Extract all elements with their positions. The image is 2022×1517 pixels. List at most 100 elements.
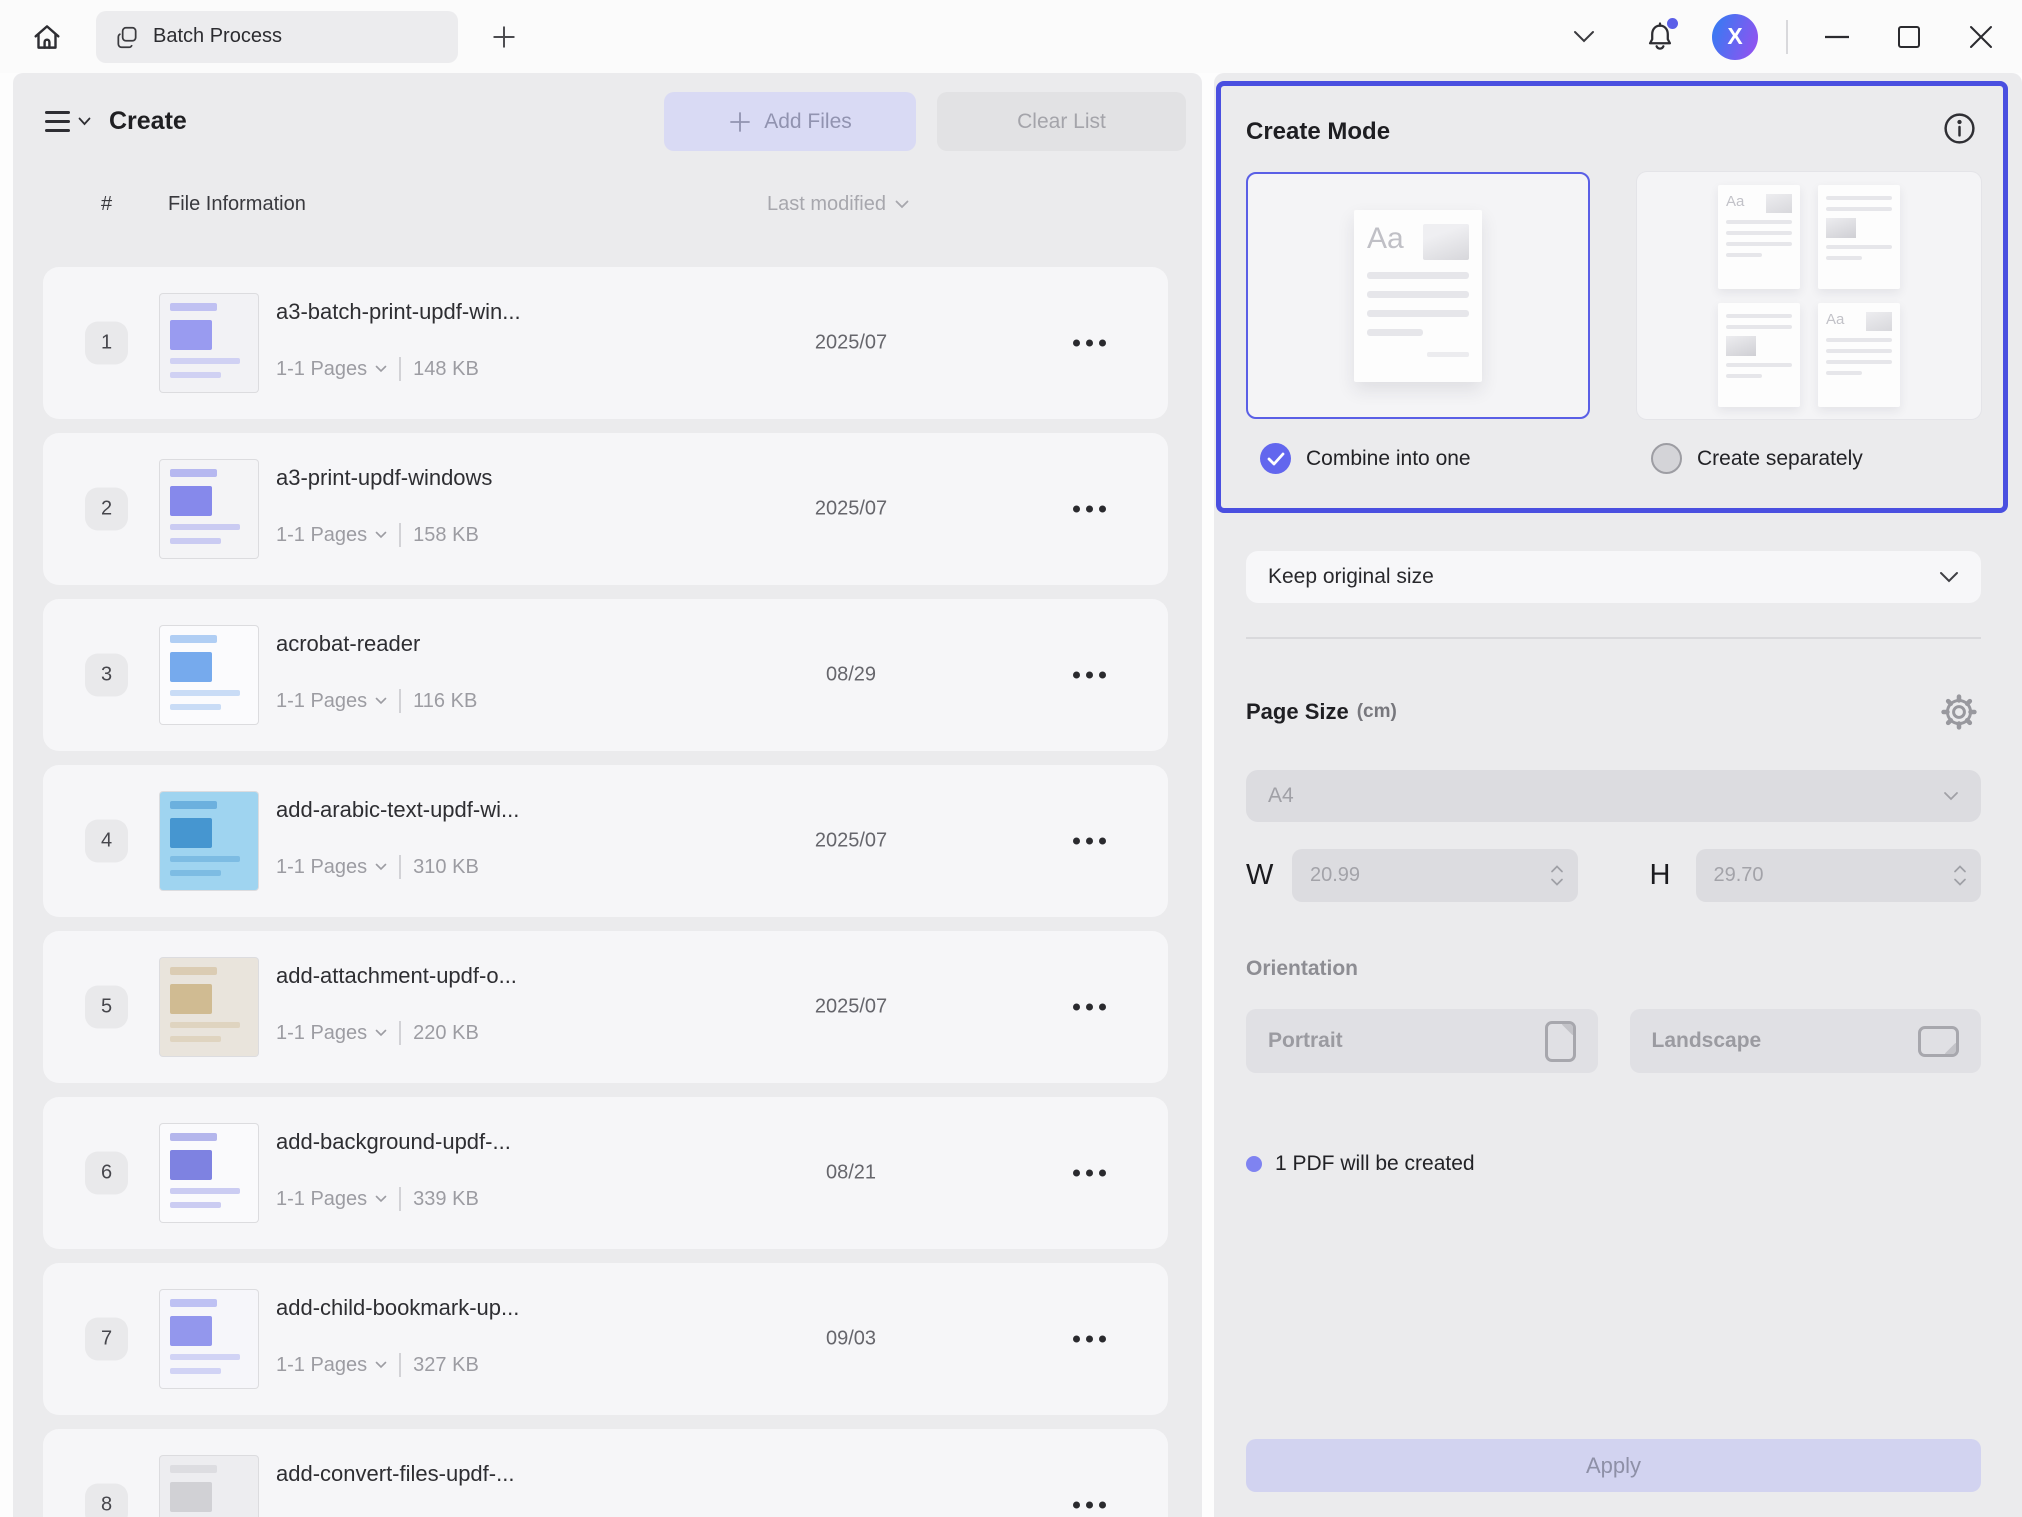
file-list-panel: Create Add Files Clear List # File Infor… xyxy=(13,73,1202,1517)
radio-unselected-icon xyxy=(1651,443,1682,474)
minimize-button[interactable] xyxy=(1814,14,1860,60)
home-button[interactable] xyxy=(22,12,72,62)
size-mode-dropdown[interactable]: Keep original size xyxy=(1246,551,1981,603)
radio-combine-into-one[interactable]: Combine into one xyxy=(1246,443,1590,474)
page-range-dropdown[interactable]: 1-1 Pages xyxy=(276,358,387,381)
file-name: add-attachment-updf-o... xyxy=(276,963,517,989)
more-options-button[interactable] xyxy=(1069,994,1110,1021)
settings-panel: Create Mode Aa xyxy=(1214,73,2022,1517)
file-row: 3 acrobat-reader 1-1 Pages 116 KB 08/29 xyxy=(43,599,1168,751)
chevron-down-icon xyxy=(375,1195,387,1203)
tool-menu-button[interactable] xyxy=(45,111,91,132)
file-row: 6 add-background-updf-... 1-1 Pages 339 … xyxy=(43,1097,1168,1249)
titlebar: Batch Process X xyxy=(0,0,2022,73)
mode-card-combine[interactable]: Aa xyxy=(1246,172,1590,419)
file-list: 1 a3-batch-print-updf-win... 1-1 Pages 1… xyxy=(13,267,1202,1517)
file-modified-date: 2025/07 xyxy=(761,332,941,355)
avatar[interactable]: X xyxy=(1712,14,1758,60)
more-options-button[interactable] xyxy=(1069,1326,1110,1353)
documents-illustration: Aa xyxy=(1718,185,1900,407)
portrait-button[interactable]: Portrait xyxy=(1246,1009,1598,1073)
more-options-button[interactable] xyxy=(1069,1160,1110,1187)
left-panel-header: Create Add Files Clear List xyxy=(13,73,1202,151)
page-size-header: Page Size (cm) xyxy=(1246,690,1981,734)
paper-preset-dropdown[interactable]: A4 xyxy=(1246,770,1981,822)
add-files-button[interactable]: Add Files xyxy=(664,92,916,151)
page-range-value: 1-1 Pages xyxy=(276,524,367,547)
main-area: Create Add Files Clear List # File Infor… xyxy=(0,73,2022,1517)
close-button[interactable] xyxy=(1958,14,2004,60)
file-index-badge: 1 xyxy=(85,322,128,365)
page-range-value: 1-1 Pages xyxy=(276,1188,367,1211)
page-range-value: 1-1 Pages xyxy=(276,358,367,381)
file-modified-date: 2025/07 xyxy=(761,996,941,1019)
more-options-button[interactable] xyxy=(1069,330,1110,357)
column-file-information: File Information xyxy=(168,193,306,216)
page-range-dropdown[interactable]: 1-1 Pages xyxy=(276,856,387,879)
height-label: H xyxy=(1650,859,1686,892)
file-modified-date: 08/21 xyxy=(761,1162,941,1185)
width-input[interactable] xyxy=(1310,864,1410,887)
tab-batch-process[interactable]: Batch Process xyxy=(96,11,458,63)
chevron-down-icon xyxy=(895,200,909,209)
info-button[interactable] xyxy=(1939,108,1979,148)
landscape-button[interactable]: Landscape xyxy=(1630,1009,1982,1073)
page-range-dropdown[interactable]: 1-1 Pages xyxy=(276,1188,387,1211)
page-title: Create xyxy=(109,107,187,136)
collapse-toolbar-button[interactable] xyxy=(1564,17,1604,57)
orientation-row: Portrait Landscape xyxy=(1246,1009,1981,1073)
chevron-down-icon xyxy=(375,1029,387,1037)
file-thumbnail xyxy=(160,792,258,890)
file-thumbnail xyxy=(160,460,258,558)
file-row: 1 a3-batch-print-updf-win... 1-1 Pages 1… xyxy=(43,267,1168,419)
chevron-down-icon xyxy=(1943,791,1959,801)
status-dot-icon xyxy=(1246,1156,1262,1172)
file-index-badge: 3 xyxy=(85,654,128,697)
file-index-badge: 4 xyxy=(85,820,128,863)
more-options-button[interactable] xyxy=(1069,496,1110,523)
meta-divider xyxy=(399,1187,401,1211)
radio-label: Combine into one xyxy=(1306,447,1471,471)
new-tab-button[interactable] xyxy=(484,17,524,57)
notifications-button[interactable] xyxy=(1638,15,1682,59)
radio-create-separately[interactable]: Create separately xyxy=(1637,443,1981,474)
page-range-value: 1-1 Pages xyxy=(276,1022,367,1045)
height-stepper[interactable] xyxy=(1953,865,1967,886)
page-range-dropdown[interactable]: 1-1 Pages xyxy=(276,524,387,547)
chevron-down-icon xyxy=(78,117,91,126)
doc-glyph: Aa xyxy=(1367,224,1404,254)
more-options-button[interactable] xyxy=(1069,828,1110,855)
file-index-badge: 5 xyxy=(85,986,128,1029)
height-input[interactable] xyxy=(1714,864,1814,887)
sort-last-modified[interactable]: Last modified xyxy=(767,193,909,216)
clear-list-button[interactable]: Clear List xyxy=(937,92,1186,151)
portrait-label: Portrait xyxy=(1268,1029,1343,1053)
chevron-down-icon xyxy=(375,697,387,705)
file-row: 5 add-attachment-updf-o... 1-1 Pages 220… xyxy=(43,931,1168,1083)
chevron-up-icon xyxy=(1550,865,1564,873)
width-stepper[interactable] xyxy=(1550,865,1564,886)
mode-card-separate[interactable]: Aa xyxy=(1637,172,1981,419)
file-thumbnail xyxy=(160,1124,258,1222)
page-range-value: 1-1 Pages xyxy=(276,1354,367,1377)
chevron-down-icon xyxy=(1939,571,1959,583)
maximize-button[interactable] xyxy=(1886,14,1932,60)
list-column-header: # File Information Last modified xyxy=(13,187,1202,227)
file-index-badge: 7 xyxy=(85,1318,128,1361)
file-row: 4 add-arabic-text-updf-wi... 1-1 Pages 3… xyxy=(43,765,1168,917)
page-range-dropdown[interactable]: 1-1 Pages xyxy=(276,1354,387,1377)
page-size-settings-button[interactable] xyxy=(1937,690,1981,734)
minimize-icon xyxy=(1824,35,1850,39)
meta-divider xyxy=(399,523,401,547)
width-field xyxy=(1292,849,1578,902)
page-range-dropdown[interactable]: 1-1 Pages xyxy=(276,690,387,713)
settings-spacer xyxy=(1246,1176,1981,1439)
more-options-button[interactable] xyxy=(1069,1492,1110,1517)
page-range-dropdown[interactable]: 1-1 Pages xyxy=(276,1022,387,1045)
meta-divider xyxy=(399,1021,401,1045)
radio-label: Create separately xyxy=(1697,447,1863,471)
meta-divider xyxy=(399,357,401,381)
more-options-button[interactable] xyxy=(1069,662,1110,689)
apply-button[interactable]: Apply xyxy=(1246,1439,1981,1492)
meta-divider xyxy=(399,855,401,879)
